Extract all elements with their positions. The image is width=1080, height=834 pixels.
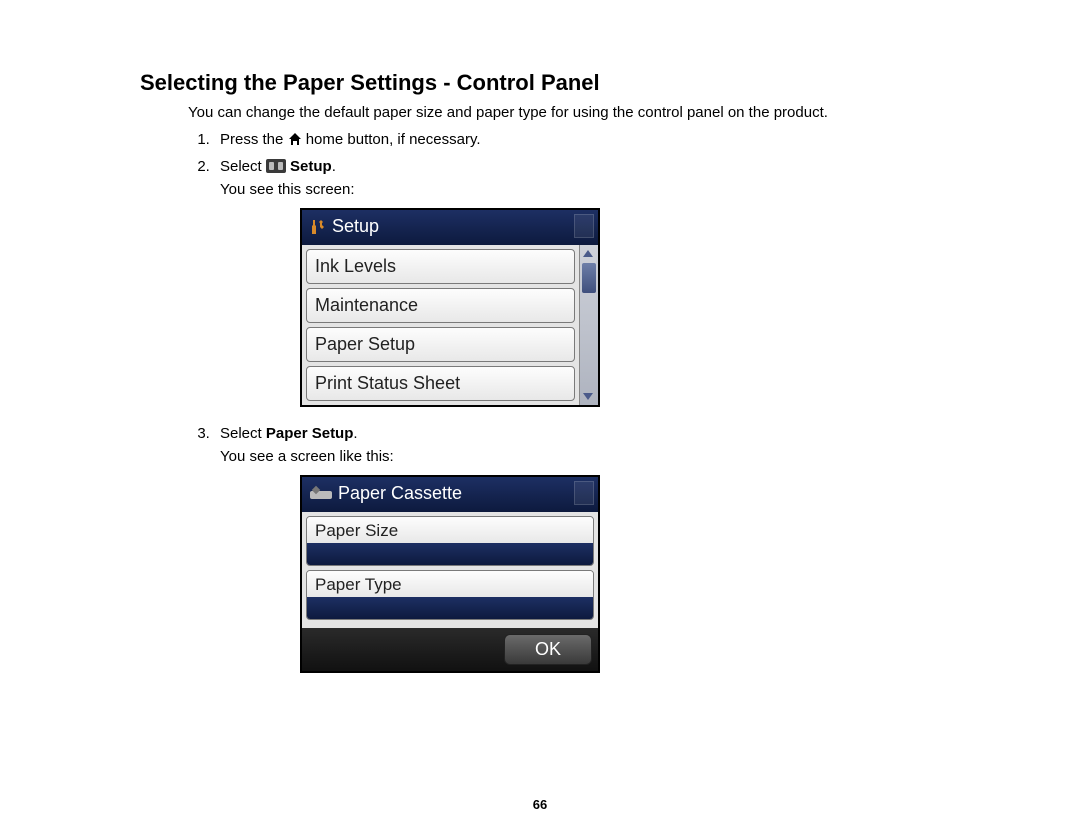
field-paper-size-value bbox=[307, 543, 593, 565]
field-paper-type-label: Paper Type bbox=[307, 571, 593, 597]
scrollbar[interactable] bbox=[579, 245, 598, 405]
field-paper-size[interactable]: Paper Size bbox=[306, 516, 594, 566]
scroll-down-icon[interactable] bbox=[583, 393, 593, 400]
field-paper-type[interactable]: Paper Type bbox=[306, 570, 594, 620]
cassette-screen-title: Paper Cassette bbox=[338, 483, 462, 504]
menu-item-paper-setup[interactable]: Paper Setup bbox=[306, 327, 575, 362]
setup-screen-titlebar: Setup bbox=[302, 210, 598, 245]
tools-icon bbox=[310, 219, 326, 235]
menu-item-maintenance[interactable]: Maintenance bbox=[306, 288, 575, 323]
cassette-screen-titlebar: Paper Cassette bbox=[302, 477, 598, 512]
step-2-bold: Setup bbox=[286, 158, 332, 175]
titlebar-right-box bbox=[574, 214, 594, 238]
step-2-suffix: . bbox=[332, 158, 336, 175]
step-2-after: You see this screen: bbox=[220, 181, 940, 198]
step-1-prefix: Press the bbox=[220, 131, 288, 148]
setup-icon bbox=[266, 159, 286, 173]
setup-screen: Setup Ink Levels Maintenance Paper Setup… bbox=[300, 208, 600, 407]
cassette-icon bbox=[310, 487, 332, 501]
section-title: Selecting the Paper Settings - Control P… bbox=[140, 70, 940, 96]
paper-cassette-screen: Paper Cassette Paper Size Paper Type OK bbox=[300, 475, 600, 673]
titlebar-right-box-2 bbox=[574, 481, 594, 505]
steps-list: Press the home button, if necessary. Sel… bbox=[188, 131, 940, 673]
scroll-thumb[interactable] bbox=[582, 263, 596, 293]
step-3-suffix: . bbox=[353, 425, 357, 442]
step-1: Press the home button, if necessary. bbox=[214, 131, 940, 148]
step-3-prefix: Select bbox=[220, 425, 266, 442]
step-3-after: You see a screen like this: bbox=[220, 448, 940, 465]
step-1-suffix: home button, if necessary. bbox=[302, 131, 481, 148]
menu-item-print-status-sheet[interactable]: Print Status Sheet bbox=[306, 366, 575, 401]
step-3-bold: Paper Setup bbox=[266, 425, 354, 442]
field-paper-type-value bbox=[307, 597, 593, 619]
ok-button[interactable]: OK bbox=[504, 634, 592, 665]
step-2-prefix: Select bbox=[220, 158, 266, 175]
page-number: 66 bbox=[0, 797, 1080, 812]
menu-item-ink-levels[interactable]: Ink Levels bbox=[306, 249, 575, 284]
field-paper-size-label: Paper Size bbox=[307, 517, 593, 543]
scroll-up-icon[interactable] bbox=[583, 250, 593, 257]
setup-screen-title: Setup bbox=[332, 216, 379, 237]
home-icon bbox=[288, 132, 302, 146]
ok-row: OK bbox=[302, 628, 598, 671]
step-3: Select Paper Setup. You see a screen lik… bbox=[214, 425, 940, 673]
step-2: Select Setup. You see this screen: Setup… bbox=[214, 158, 940, 407]
intro-text: You can change the default paper size an… bbox=[188, 104, 940, 121]
